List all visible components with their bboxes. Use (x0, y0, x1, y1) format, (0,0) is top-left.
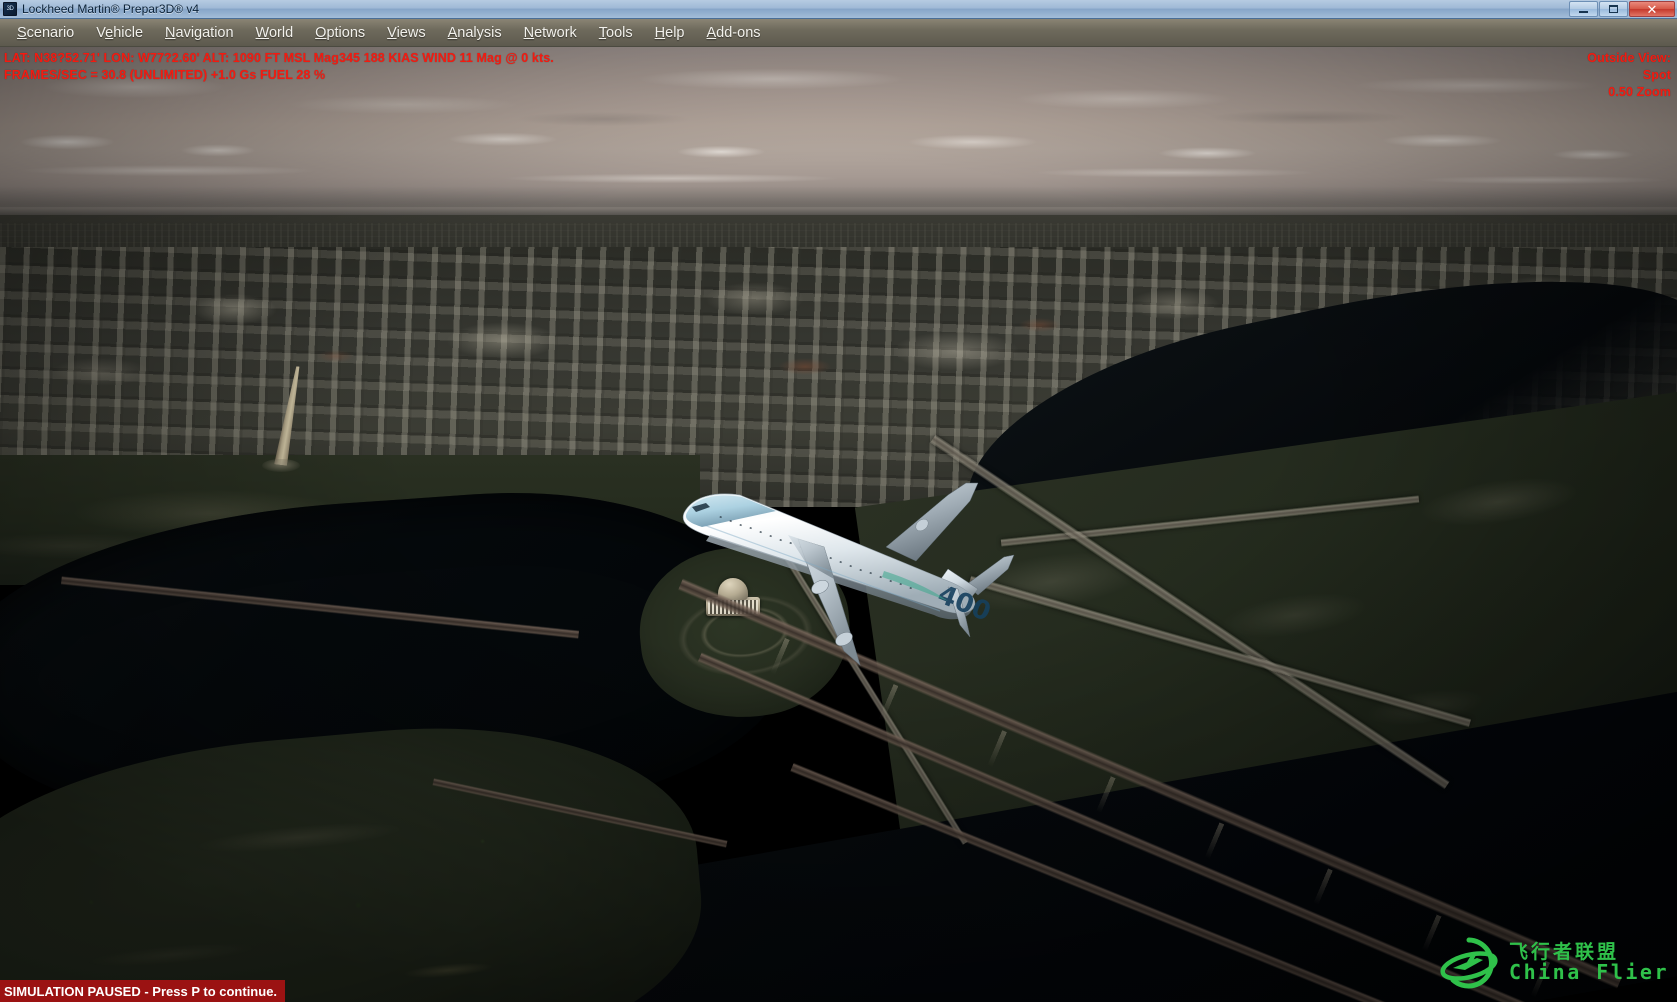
close-button[interactable]: ✕ (1629, 1, 1675, 17)
menu-item-views[interactable]: Views (376, 22, 436, 44)
menu-rest: nalysis (457, 24, 502, 41)
window-title: Lockheed Martin® Prepar3D® v4 (22, 2, 200, 16)
menu-item-scenario[interactable]: Scenario (6, 22, 85, 44)
simulation-paused-banner: SIMULATION PAUSED - Press P to continue. (0, 980, 286, 1002)
maximize-icon (1609, 5, 1618, 13)
maximize-button[interactable] (1599, 1, 1628, 17)
menu-mnemonic: e (105, 24, 114, 41)
prepar3d-icon: 3D (3, 2, 17, 16)
menu-mnemonic: V (387, 24, 397, 41)
menu-mnemonic: A (706, 24, 717, 41)
menu-item-help[interactable]: Help (644, 22, 696, 44)
menu-bar: Scenario Vehicle Navigation World Option… (0, 19, 1677, 47)
menu-mnemonic: W (255, 24, 269, 41)
menu-rest: orld (268, 24, 294, 41)
menu-rest: cenario (26, 24, 75, 41)
menu-mnemonic: H (654, 24, 666, 41)
menu-item-navigation[interactable]: Navigation (154, 22, 245, 44)
menu-item-add-ons[interactable]: Add-ons (696, 22, 772, 44)
menu-item-analysis[interactable]: Analysis (437, 22, 513, 44)
menu-rest: ptions (326, 24, 366, 41)
menu-item-options[interactable]: Options (304, 22, 376, 44)
minimize-icon (1579, 11, 1588, 13)
menu-item-world[interactable]: World (245, 22, 305, 44)
window-controls: ✕ (1568, 1, 1675, 17)
menu-mnemonic: A (447, 24, 458, 41)
menu-rest: iews (396, 24, 426, 41)
menu-item-vehicle[interactable]: Vehicle (85, 22, 154, 44)
simulation-viewport[interactable]: 400 LAT: N38?52.71' LON: W77?2.60' ALT: … (0, 47, 1677, 1002)
menu-item-tools[interactable]: Tools (588, 22, 644, 44)
menu-rest: elp (665, 24, 685, 41)
washington-monument-base (262, 459, 300, 472)
menu-mnemonic: T (598, 24, 607, 41)
menu-item-network[interactable]: Network (513, 22, 588, 44)
menu-mnemonic: N (523, 24, 535, 41)
menu-mnemonic: N (165, 24, 176, 41)
menu-rest: dd-ons (716, 24, 761, 41)
menu-rest: ools (606, 24, 633, 41)
menu-rest: avigation (175, 24, 234, 41)
sky (0, 47, 1677, 217)
menu-pre: V (96, 24, 106, 41)
menu-mnemonic: O (315, 24, 327, 41)
title-bar: 3D Lockheed Martin® Prepar3D® v4 ✕ (0, 0, 1677, 19)
minimize-button[interactable] (1569, 1, 1598, 17)
menu-rest: hicle (113, 24, 144, 41)
menu-mnemonic: S (17, 24, 27, 41)
menu-rest: etwork (534, 24, 577, 41)
prepar3d-window: 3D Lockheed Martin® Prepar3D® v4 ✕ Scena… (0, 0, 1677, 1002)
